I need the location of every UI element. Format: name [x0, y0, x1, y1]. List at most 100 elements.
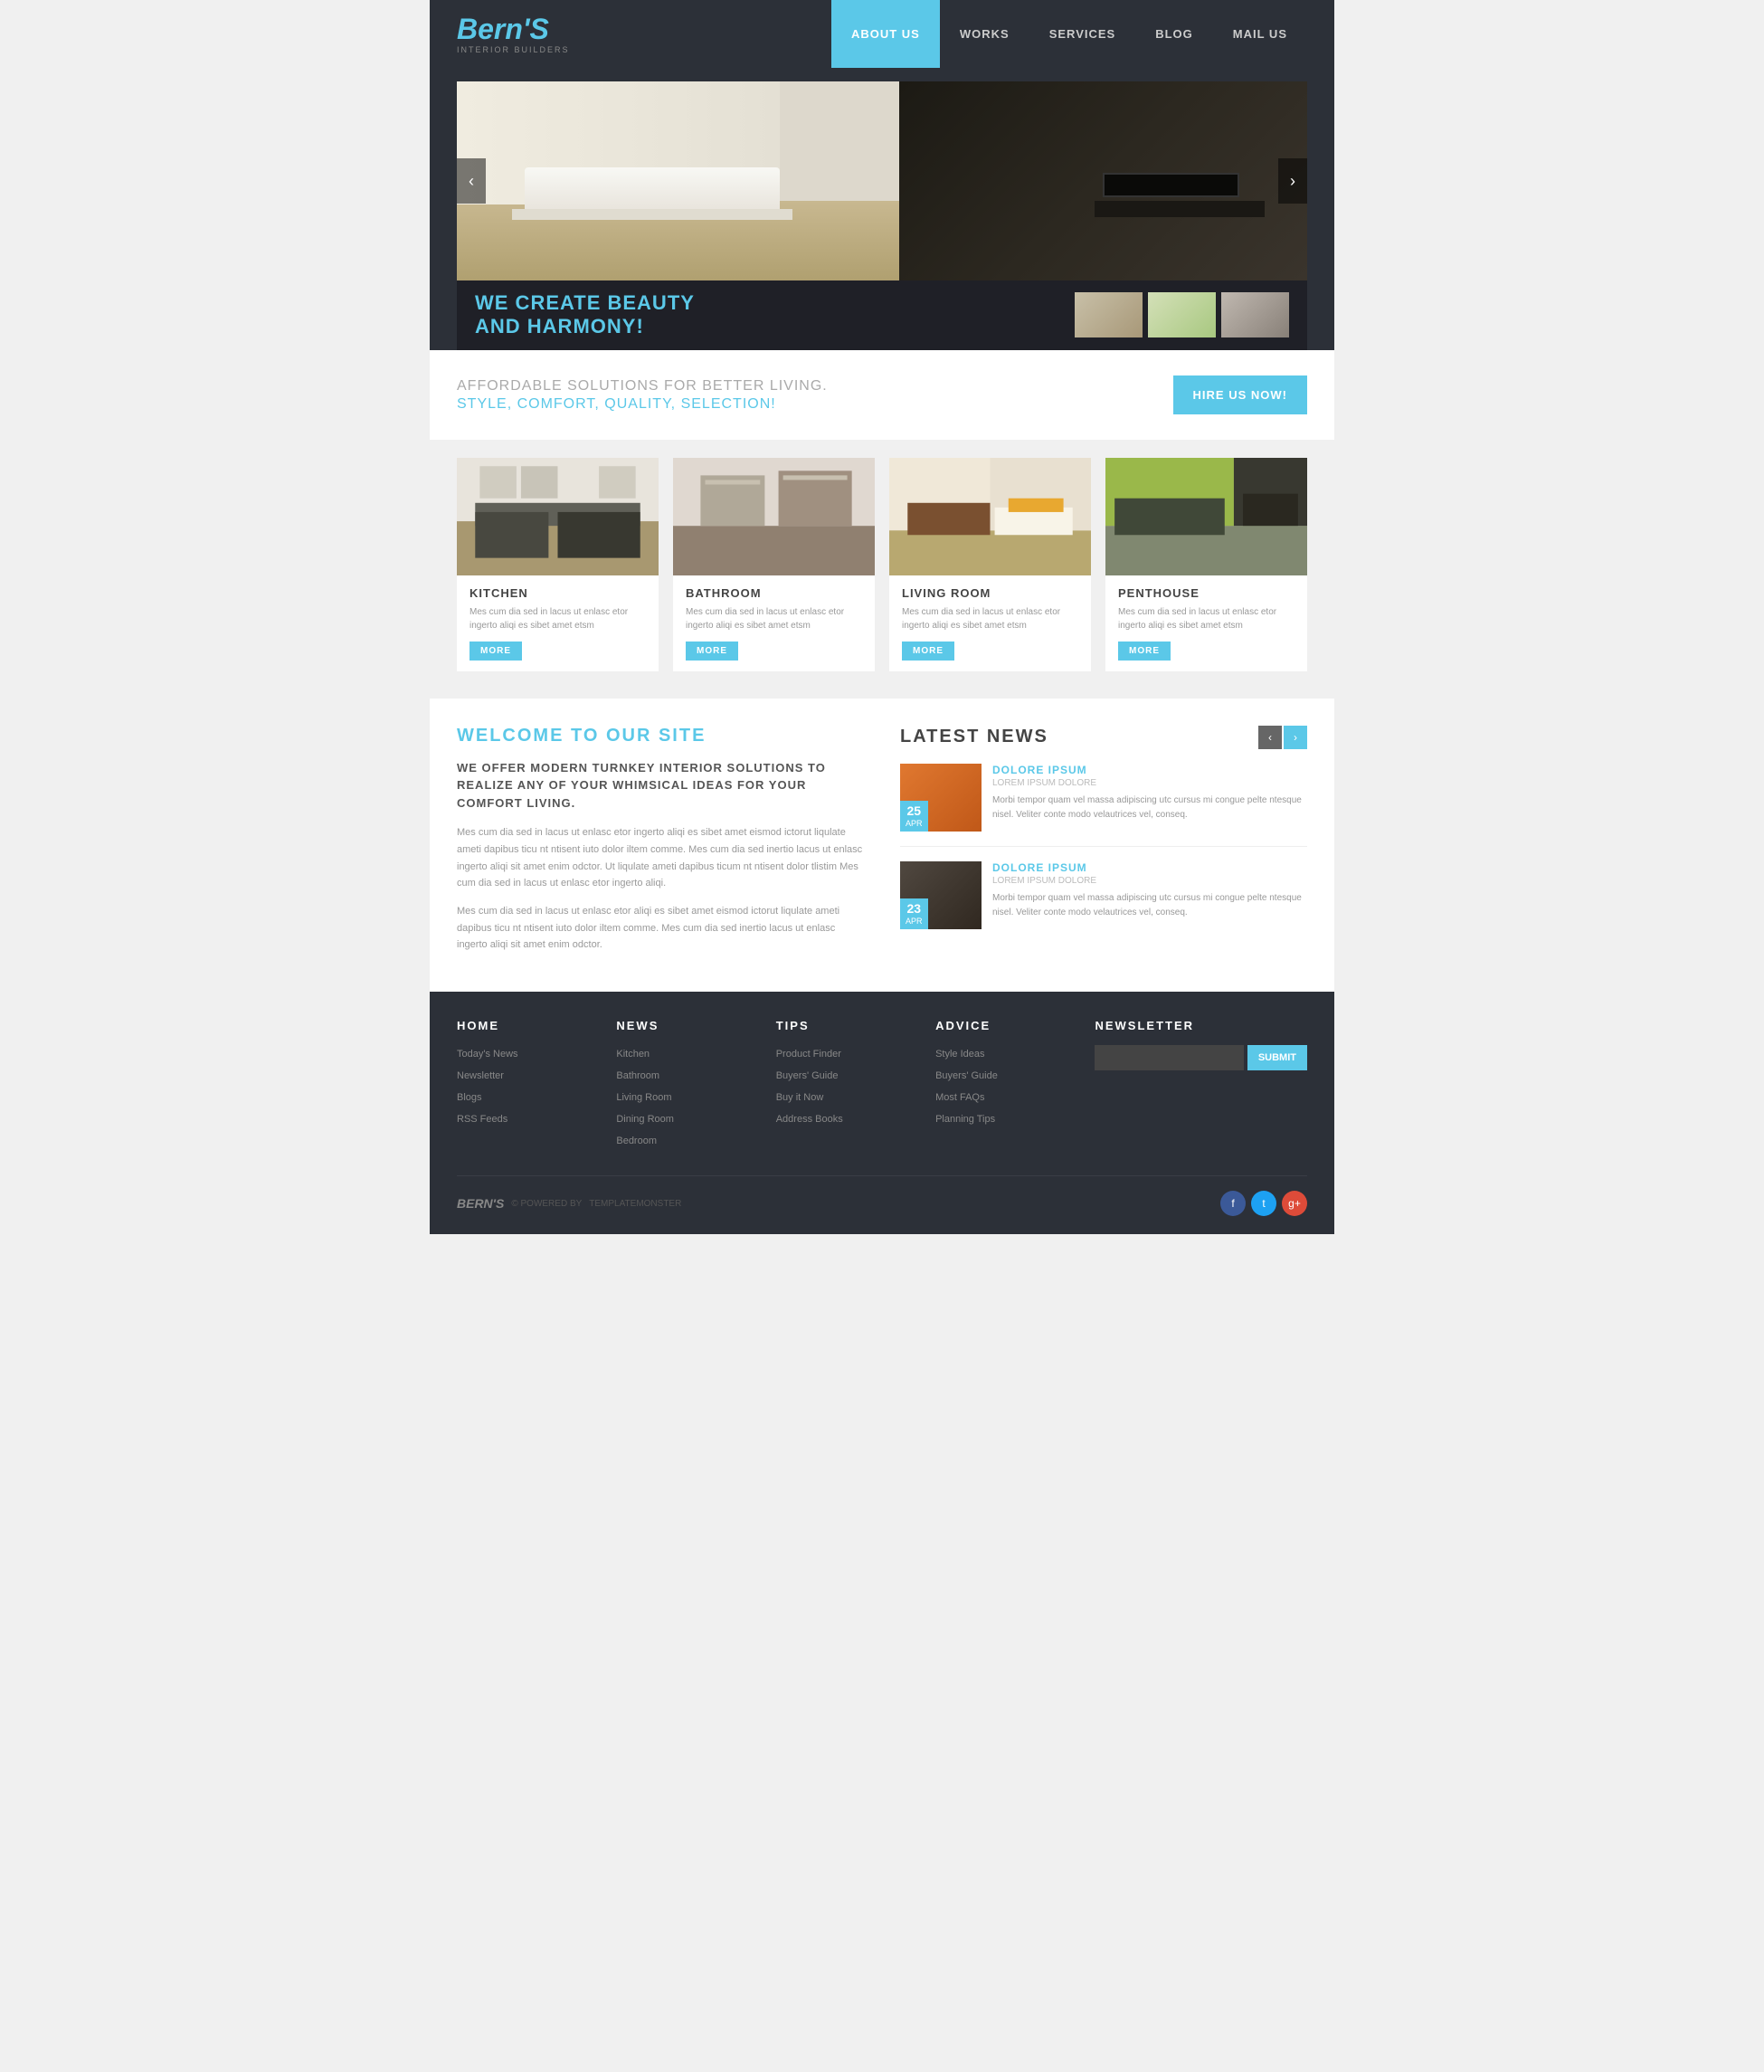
facebook-icon[interactable]: f — [1220, 1191, 1246, 1216]
footer-link-style-ideas[interactable]: Style Ideas — [935, 1049, 984, 1060]
portfolio-info-penthouse: PENTHOUSE Mes cum dia sed in lacus ut en… — [1105, 575, 1307, 671]
footer-col-advice: ADVICE Style Ideas Buyers' Guide Most FA… — [935, 1019, 1076, 1154]
footer-link-product-finder[interactable]: Product Finder — [776, 1049, 841, 1060]
footer-link-rss[interactable]: RSS Feeds — [457, 1114, 507, 1125]
tagline-line1: AFFORDABLE SOLUTIONS FOR BETTER LIVING. — [457, 376, 828, 396]
welcome-para1: Mes cum dia sed in lacus ut enlasc etor … — [457, 824, 864, 892]
logo-text: Bern'S — [457, 14, 570, 43]
hero-next-btn[interactable]: › — [1278, 158, 1307, 204]
footer-link-buyers-guide-advice[interactable]: Buyers' Guide — [935, 1070, 998, 1081]
footer-link-kitchen[interactable]: Kitchen — [616, 1049, 650, 1060]
welcome-title: WELCOME TO OUR SITE — [457, 726, 864, 746]
footer-bottom: BERN'S © POWERED BY TEMPLATEMONSTER f t … — [457, 1175, 1307, 1216]
portfolio-desc-kitchen: Mes cum dia sed in lacus ut enlasc etor … — [469, 605, 646, 632]
news-text-1: Morbi tempor quam vel massa adipiscing u… — [992, 794, 1307, 822]
news-day-2: 23 — [906, 901, 923, 917]
portfolio-title-living: LIVING ROOM — [902, 586, 1078, 600]
news-text-2: Morbi tempor quam vel massa adipiscing u… — [992, 891, 1307, 920]
portfolio-img-kitchen — [457, 458, 659, 575]
hire-btn[interactable]: HIRE US NOW! — [1173, 375, 1307, 414]
footer-links-home: Today's News Newsletter Blogs RSS Feeds — [457, 1045, 598, 1126]
nav-item-about[interactable]: ABOUT US — [831, 0, 940, 68]
portfolio-grid: KITCHEN Mes cum dia sed in lacus ut enla… — [457, 458, 1307, 671]
footer-title-news: NEWS — [616, 1019, 757, 1032]
news-item-1: 25 APR DOLORE IPSUM LOREM IPSUM DOLORE M… — [900, 764, 1307, 847]
news-header: LATEST NEWS ‹ › — [900, 726, 1307, 749]
social-icons: f t g+ — [1220, 1191, 1307, 1216]
hero-section: ‹ › WE CREATE BEAUTY AND HARMONY! — [430, 68, 1334, 350]
main-nav: ABOUT US WORKS SERVICES BLOG MAIL US — [831, 0, 1307, 68]
tagline-section: AFFORDABLE SOLUTIONS FOR BETTER LIVING. … — [430, 350, 1334, 440]
news-month-1: APR — [906, 819, 923, 829]
hero-thumb-2[interactable] — [1148, 292, 1216, 337]
footer-title-advice: ADVICE — [935, 1019, 1076, 1032]
hero-tagline: WE CREATE BEAUTY AND HARMONY! — [475, 291, 695, 339]
nav-item-mail[interactable]: MAIL US — [1213, 0, 1307, 68]
news-date-1: 25 APR — [900, 801, 928, 832]
portfolio-section: KITCHEN Mes cum dia sed in lacus ut enla… — [430, 440, 1334, 699]
tagline-line2: STYLE, COMFORT, QUALITY, SELECTION! — [457, 396, 828, 413]
footer-link-blogs[interactable]: Blogs — [457, 1092, 482, 1103]
news-item-2: 23 APR DOLORE IPSUM LOREM IPSUM DOLORE M… — [900, 861, 1307, 944]
footer-logo-area: BERN'S © POWERED BY TEMPLATEMONSTER — [457, 1196, 681, 1211]
footer-link-newsletter[interactable]: Newsletter — [457, 1070, 504, 1081]
twitter-icon[interactable]: t — [1251, 1191, 1276, 1216]
logo: Bern'S INTERIOR BUILDERS — [457, 14, 570, 54]
news-content-1: DOLORE IPSUM LOREM IPSUM DOLORE Morbi te… — [992, 764, 1307, 832]
portfolio-img-penthouse — [1105, 458, 1307, 575]
footer-top: HOME Today's News Newsletter Blogs RSS F… — [457, 1019, 1307, 1175]
footer-link-dining-room[interactable]: Dining Room — [616, 1114, 674, 1125]
footer-col-home: HOME Today's News Newsletter Blogs RSS F… — [457, 1019, 598, 1154]
hero-line1: WE CREATE BEAUTY — [475, 291, 695, 315]
portfolio-info-living: LIVING ROOM Mes cum dia sed in lacus ut … — [889, 575, 1091, 671]
footer-link-bedroom[interactable]: Bedroom — [616, 1136, 657, 1146]
news-cat-2: LOREM IPSUM DOLORE — [992, 876, 1307, 886]
news-next-btn[interactable]: › — [1284, 726, 1307, 749]
newsletter-input[interactable] — [1095, 1045, 1243, 1070]
footer-title-tips: TIPS — [776, 1019, 917, 1032]
footer-logo: BERN'S — [457, 1196, 504, 1211]
news-prev-btn[interactable]: ‹ — [1258, 726, 1282, 749]
hero-image: ‹ › — [457, 81, 1307, 280]
logo-name: Bern' — [457, 13, 530, 45]
footer-link-planning-tips[interactable]: Planning Tips — [935, 1114, 995, 1125]
footer-link-living-room[interactable]: Living Room — [616, 1092, 671, 1103]
hero-thumbnails — [1075, 292, 1289, 337]
welcome-tagline: WE OFFER MODERN TURNKEY INTERIOR SOLUTIO… — [457, 759, 864, 813]
welcome-column: WELCOME TO OUR SITE WE OFFER MODERN TURN… — [457, 726, 864, 965]
news-thumb-1: 25 APR — [900, 764, 982, 832]
footer-link-faqs[interactable]: Most FAQs — [935, 1092, 984, 1103]
footer-links-tips: Product Finder Buyers' Guide Buy it Now … — [776, 1045, 917, 1126]
footer-link-buyers-guide-tips[interactable]: Buyers' Guide — [776, 1070, 839, 1081]
hero-container: ‹ › WE CREATE BEAUTY AND HARMONY! — [457, 81, 1307, 350]
tv-unit-decor — [1095, 201, 1265, 217]
portfolio-desc-bathroom: Mes cum dia sed in lacus ut enlasc etor … — [686, 605, 862, 632]
footer-link-address-books[interactable]: Address Books — [776, 1114, 843, 1125]
newsletter-submit-btn[interactable]: SUBMIT — [1247, 1045, 1307, 1070]
sofa-decor — [525, 167, 780, 211]
logo-accent: S — [530, 13, 549, 45]
penthouse-more-btn[interactable]: MORE — [1118, 642, 1171, 661]
news-content-2: DOLORE IPSUM LOREM IPSUM DOLORE Morbi te… — [992, 861, 1307, 929]
bathroom-more-btn[interactable]: MORE — [686, 642, 738, 661]
footer-credit: TEMPLATEMONSTER — [589, 1199, 681, 1209]
news-title-1: DOLORE IPSUM — [992, 764, 1307, 776]
hero-thumb-1[interactable] — [1075, 292, 1143, 337]
living-more-btn[interactable]: MORE — [902, 642, 954, 661]
hero-prev-btn[interactable]: ‹ — [457, 158, 486, 204]
googleplus-icon[interactable]: g+ — [1282, 1191, 1307, 1216]
kitchen-more-btn[interactable]: MORE — [469, 642, 522, 661]
portfolio-title-penthouse: PENTHOUSE — [1118, 586, 1295, 600]
news-column: LATEST NEWS ‹ › 25 APR DOLORE IPSUM LORE… — [900, 726, 1307, 965]
news-thumb-2: 23 APR — [900, 861, 982, 929]
tagline-text: AFFORDABLE SOLUTIONS FOR BETTER LIVING. … — [457, 376, 828, 413]
nav-item-blog[interactable]: BLOG — [1135, 0, 1213, 68]
footer-link-bathroom[interactable]: Bathroom — [616, 1070, 659, 1081]
nav-item-works[interactable]: WORKS — [940, 0, 1029, 68]
portfolio-img-bathroom — [673, 458, 875, 575]
hero-thumb-3[interactable] — [1221, 292, 1289, 337]
footer-link-todays-news[interactable]: Today's News — [457, 1049, 518, 1060]
nav-item-services[interactable]: SERVICES — [1029, 0, 1136, 68]
newsletter-form: SUBMIT — [1095, 1045, 1307, 1070]
footer-link-buy-it-now[interactable]: Buy it Now — [776, 1092, 824, 1103]
